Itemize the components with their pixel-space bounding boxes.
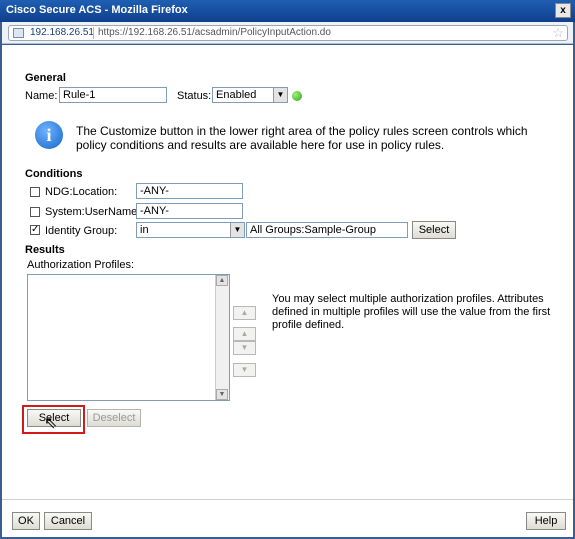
- info-icon: i: [35, 121, 63, 149]
- list-scrollbar[interactable]: ▲ ▼: [215, 275, 229, 400]
- status-select[interactable]: Enabled ▼: [212, 87, 288, 103]
- status-indicator-icon: [292, 91, 302, 101]
- status-select-value: Enabled: [216, 89, 257, 101]
- info-text-line1: The Customize button in the lower right …: [76, 124, 528, 138]
- system-username-label: System:UserName:: [45, 206, 141, 218]
- bookmark-star-icon[interactable]: ☆: [552, 25, 564, 41]
- move-bottom-icon[interactable]: ▼: [233, 363, 256, 377]
- url-text[interactable]: https://192.168.26.51/acsadmin/PolicyInp…: [98, 27, 331, 38]
- window-title-bar: Cisco Secure ACS - Mozilla Firefox x: [0, 0, 575, 22]
- system-username-field[interactable]: -ANY-: [136, 203, 243, 219]
- system-username-checkbox[interactable]: [30, 207, 40, 217]
- identity-group-select-button[interactable]: Select: [412, 221, 456, 239]
- operator-value: in: [140, 224, 149, 236]
- scroll-up-icon[interactable]: ▲: [216, 275, 228, 286]
- move-down-icon[interactable]: ▼: [233, 341, 256, 355]
- window-title: Cisco Secure ACS - Mozilla Firefox: [6, 4, 188, 16]
- ndg-location-checkbox[interactable]: [30, 187, 40, 197]
- ndg-location-label: NDG:Location:: [45, 186, 118, 198]
- url-separator: [93, 27, 94, 39]
- policy-rule-dialog: General Name: Rule-1 Status: Enabled ▼ i…: [2, 45, 573, 537]
- ok-button[interactable]: OK: [12, 512, 40, 530]
- name-field[interactable]: Rule-1: [59, 87, 167, 103]
- browser-address-bar: 192.168.26.51 https://192.168.26.51/acsa…: [2, 22, 573, 44]
- authorization-profiles-list[interactable]: ▲ ▼: [27, 274, 230, 401]
- footer-divider: [2, 499, 573, 500]
- window-close-button[interactable]: x: [555, 3, 571, 18]
- conditions-heading: Conditions: [25, 168, 83, 180]
- scroll-down-icon[interactable]: ▼: [216, 389, 228, 400]
- ndg-location-field[interactable]: -ANY-: [136, 183, 243, 199]
- identity-group-operator-select[interactable]: in ▼: [136, 222, 245, 238]
- mouse-cursor-icon: ⇖: [44, 415, 58, 432]
- profiles-hint-line3: profile defined.: [272, 319, 345, 331]
- identity-group-value-field[interactable]: All Groups:Sample-Group: [246, 222, 408, 238]
- site-identity-host[interactable]: 192.168.26.51: [30, 27, 94, 38]
- profiles-hint-line1: You may select multiple authorization pr…: [272, 293, 544, 305]
- profiles-hint-line2: defined in multiple profiles will use th…: [272, 306, 551, 318]
- cancel-button[interactable]: Cancel: [44, 512, 92, 530]
- url-field[interactable]: 192.168.26.51 https://192.168.26.51/acsa…: [8, 25, 568, 41]
- identity-group-checkbox[interactable]: ✓: [30, 225, 40, 235]
- authorization-profiles-label: Authorization Profiles:: [27, 259, 134, 271]
- status-label: Status:: [177, 90, 212, 102]
- identity-group-label: Identity Group:: [45, 225, 118, 237]
- name-label: Name:: [25, 90, 58, 102]
- chevron-down-icon[interactable]: ▼: [230, 223, 244, 237]
- profiles-deselect-button[interactable]: Deselect: [87, 409, 141, 427]
- move-up-icon[interactable]: ▲: [233, 327, 256, 341]
- results-heading: Results: [25, 244, 65, 256]
- general-heading: General: [25, 72, 66, 84]
- info-text-line2: policy conditions and results are availa…: [76, 138, 445, 152]
- page-icon: [13, 28, 24, 38]
- move-top-icon[interactable]: ▲: [233, 306, 256, 320]
- help-button[interactable]: Help: [526, 512, 566, 530]
- chevron-down-icon[interactable]: ▼: [273, 88, 287, 102]
